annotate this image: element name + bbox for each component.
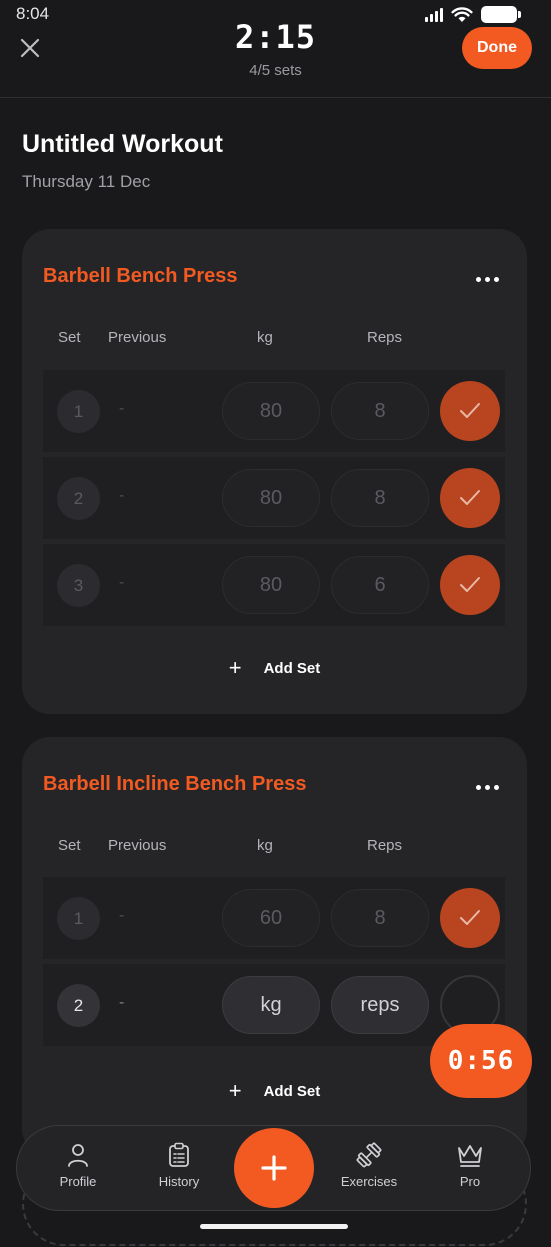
- clipboard-icon: [169, 1142, 189, 1167]
- more-icon: [475, 784, 481, 790]
- workout-header: 2:15 4/5 sets Done: [0, 0, 551, 98]
- add-set-label: Add Set: [263, 1082, 321, 1100]
- check-icon: [460, 403, 480, 418]
- column-header-kg: kg: [257, 329, 273, 346]
- complete-set-button[interactable]: [440, 555, 500, 615]
- add-set-button[interactable]: + Add Set: [22, 657, 527, 679]
- check-icon: [460, 490, 480, 505]
- plus-icon: +: [228, 1078, 242, 1103]
- person-icon: [68, 1144, 88, 1167]
- set-row: 1 - 80 8: [43, 370, 505, 452]
- column-header-set: Set: [58, 329, 81, 346]
- set-previous: -: [119, 487, 125, 504]
- weight-input[interactable]: kg: [222, 976, 320, 1034]
- exercise-card: Barbell Bench Press Set Previous kg Reps…: [22, 229, 527, 714]
- set-row: 2 - 80 8: [43, 457, 505, 539]
- set-row: 3 - 80 6: [43, 544, 505, 626]
- rest-timer-button[interactable]: 0:56: [430, 1024, 532, 1098]
- more-icon: [475, 276, 481, 282]
- reps-input[interactable]: 6: [331, 556, 429, 614]
- set-number[interactable]: 2: [57, 477, 100, 520]
- home-indicator: [200, 1224, 348, 1229]
- check-icon: [460, 910, 480, 925]
- complete-set-button[interactable]: [440, 381, 500, 441]
- exercise-name[interactable]: Barbell Bench Press: [43, 265, 238, 288]
- set-previous: -: [119, 907, 125, 924]
- exercise-options-button[interactable]: [471, 267, 503, 291]
- nav-label-profile: Profile: [59, 1174, 97, 1189]
- complete-set-button[interactable]: [440, 888, 500, 948]
- dumbbell-icon: [356, 1142, 382, 1168]
- exercise-options-button[interactable]: [471, 775, 503, 799]
- set-previous: -: [119, 400, 125, 417]
- nav-label-pro: Pro: [459, 1174, 481, 1189]
- column-header-kg: kg: [257, 837, 273, 854]
- nav-item-exercises[interactable]: Exercises: [324, 1142, 414, 1189]
- check-icon: [460, 577, 480, 592]
- bottom-nav: Profile History Exercises Pro: [16, 1125, 531, 1211]
- exercise-name[interactable]: Barbell Incline Bench Press: [43, 773, 306, 796]
- set-number[interactable]: 2: [57, 984, 100, 1027]
- weight-input[interactable]: 80: [222, 382, 320, 440]
- column-header-previous: Previous: [108, 837, 167, 854]
- reps-input[interactable]: 8: [331, 382, 429, 440]
- set-row-active: 2 - kg reps: [43, 964, 505, 1046]
- workout-title[interactable]: Untitled Workout: [22, 130, 223, 159]
- reps-input[interactable]: 8: [331, 469, 429, 527]
- set-previous: -: [119, 574, 125, 591]
- set-number[interactable]: 1: [57, 390, 100, 433]
- complete-set-button[interactable]: [440, 468, 500, 528]
- column-header-reps: Reps: [367, 837, 403, 854]
- weight-input[interactable]: 60: [222, 889, 320, 947]
- reps-input[interactable]: reps: [331, 976, 429, 1034]
- add-set-label: Add Set: [263, 659, 321, 677]
- reps-input[interactable]: 8: [331, 889, 429, 947]
- workout-date: Thursday 11 Dec: [22, 172, 151, 191]
- nav-label-exercises: Exercises: [340, 1174, 398, 1189]
- set-row: 1 - 60 8: [43, 877, 505, 959]
- nav-item-profile[interactable]: Profile: [33, 1142, 123, 1189]
- set-number[interactable]: 3: [57, 564, 100, 607]
- sets-progress: 4/5 sets: [249, 62, 302, 79]
- done-button[interactable]: Done: [462, 27, 532, 69]
- weight-input[interactable]: 80: [222, 556, 320, 614]
- add-workout-button[interactable]: [234, 1128, 314, 1208]
- column-header-set: Set: [58, 837, 81, 854]
- weight-input[interactable]: 80: [222, 469, 320, 527]
- set-previous: -: [119, 994, 125, 1011]
- plus-icon: [261, 1155, 287, 1181]
- column-header-reps: Reps: [367, 329, 403, 346]
- nav-label-history: History: [158, 1174, 200, 1189]
- column-header-previous: Previous: [108, 329, 167, 346]
- nav-item-history[interactable]: History: [134, 1142, 224, 1189]
- nav-item-pro[interactable]: Pro: [425, 1142, 515, 1189]
- crown-icon: [458, 1145, 482, 1167]
- set-number[interactable]: 1: [57, 897, 100, 940]
- plus-icon: +: [228, 655, 242, 680]
